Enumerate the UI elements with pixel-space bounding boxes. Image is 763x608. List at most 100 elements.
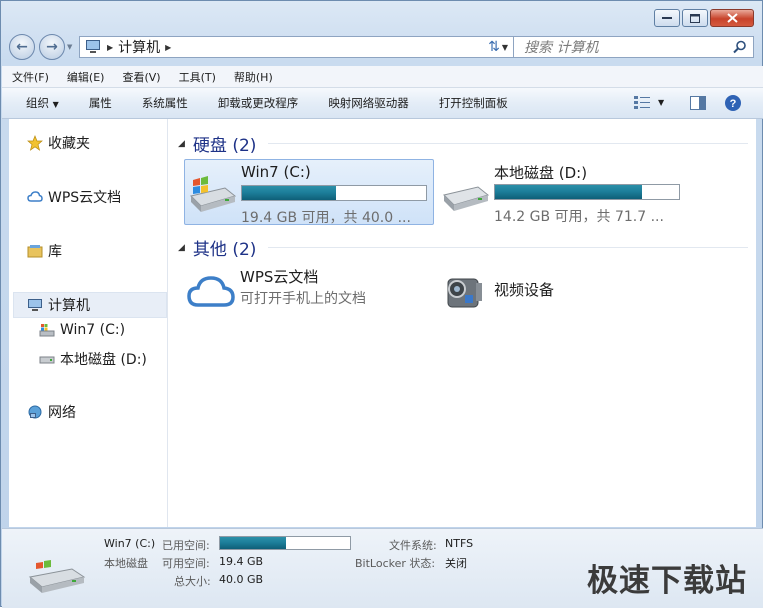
- content-pane: ◢ 硬盘 (2) Win7 (C:) 19.4 GB 可用，共 40.0 ...: [168, 119, 756, 527]
- detail-bitlocker-value: 关闭: [445, 557, 467, 570]
- command-toolbar: 组织 ▼ 属性 系统属性 卸载或更改程序 映射网络驱动器 打开控制面板 ▼ ?: [2, 88, 763, 119]
- drive-tile-c[interactable]: Win7 (C:) 19.4 GB 可用，共 40.0 ...: [184, 159, 434, 226]
- help-icon[interactable]: ?: [724, 94, 742, 112]
- drive-tile-d[interactable]: 本地磁盘 (D:) 14.2 GB 可用，共 71.7 ...: [438, 159, 708, 225]
- map-drive-button[interactable]: 映射网络驱动器: [313, 95, 424, 111]
- system-properties-button[interactable]: 系统属性: [127, 95, 203, 111]
- menu-edit[interactable]: 编辑(E): [57, 69, 113, 85]
- detail-fs-value: NTFS: [445, 537, 474, 550]
- nav-wps-label: WPS云文档: [48, 190, 122, 206]
- address-path[interactable]: 计算机: [118, 37, 160, 57]
- navigation-pane: 收藏夹 WPS云文档 库 计算机 Win7 (C:) 本地磁盘 (D:) 网络: [9, 119, 168, 527]
- chevron-down-icon: ▼: [52, 100, 59, 109]
- nav-favorites[interactable]: 收藏夹: [27, 133, 90, 153]
- chevron-right-icon: ▶: [107, 42, 114, 52]
- drive-d-name: 本地磁盘 (D:): [494, 164, 588, 182]
- star-icon: [27, 135, 43, 151]
- back-arrow-icon: ←: [16, 39, 28, 55]
- uninstall-button[interactable]: 卸载或更改程序: [203, 95, 314, 111]
- drive-d-space: 14.2 GB 可用，共 71.7 ...: [494, 209, 664, 225]
- group-divider: [268, 143, 749, 144]
- window-controls: [654, 9, 754, 27]
- drive-c-usage-fill: [242, 186, 336, 200]
- nav-drive-d-label: 本地磁盘 (D:): [60, 352, 147, 368]
- close-button[interactable]: [710, 9, 754, 27]
- collapse-icon[interactable]: ◢: [178, 243, 185, 253]
- explorer-window: ← → ▼ ▶ 计算机 ▶ ▼ ⇅ 搜索 计算机 文件(F) 编辑(E) 查看(…: [0, 0, 763, 608]
- minimize-button[interactable]: [654, 9, 680, 27]
- network-icon: [28, 405, 42, 419]
- drive-d-usage-fill: [495, 185, 643, 199]
- library-icon: [27, 245, 43, 258]
- search-icon[interactable]: [733, 40, 747, 54]
- group-other[interactable]: ◢ 其他 (2): [178, 235, 749, 260]
- recent-pages-icon[interactable]: ▼: [67, 43, 72, 51]
- drive-c-name: Win7 (C:): [241, 163, 311, 181]
- menu-file[interactable]: 文件(F): [2, 69, 57, 85]
- wps-cloud-sub: 可打开手机上的文档: [240, 291, 366, 307]
- drive-icon: [443, 186, 490, 211]
- address-bar[interactable]: ▶ 计算机 ▶ ▼: [79, 36, 515, 58]
- forward-arrow-icon: →: [46, 39, 58, 55]
- computer-icon: [28, 299, 42, 311]
- cloud-icon: [187, 276, 235, 307]
- collapse-icon[interactable]: ◢: [178, 139, 185, 149]
- detail-fs-label: 文件系统:: [389, 539, 437, 552]
- details-pane: Win7 (C:) 本地磁盘 已用空间: 可用空间: 19.4 GB 总大小: …: [2, 528, 763, 608]
- computer-icon: [86, 40, 100, 53]
- nav-network-label: 网络: [48, 405, 76, 421]
- forward-button[interactable]: →: [39, 34, 65, 60]
- nav-drive-c-label: Win7 (C:): [60, 322, 126, 338]
- menu-view[interactable]: 查看(V): [112, 69, 168, 85]
- cloud-icon: [27, 191, 43, 202]
- menu-tools[interactable]: 工具(T): [169, 69, 224, 85]
- control-panel-button[interactable]: 打开控制面板: [424, 95, 523, 111]
- detail-usage-bar: [219, 536, 351, 550]
- menu-bar: 文件(F) 编辑(E) 查看(V) 工具(T) 帮助(H): [2, 66, 763, 88]
- detail-free-label: 可用空间:: [162, 557, 210, 570]
- nav-drive-c[interactable]: Win7 (C:): [39, 322, 125, 338]
- detail-type: 本地磁盘: [104, 557, 148, 570]
- system-drive-icon: [190, 176, 237, 212]
- nav-library[interactable]: 库: [27, 241, 62, 261]
- group-hard-disks[interactable]: ◢ 硬盘 (2): [178, 131, 749, 156]
- detail-used-label: 已用空间:: [162, 539, 210, 552]
- detail-usage-fill: [220, 537, 287, 549]
- wps-cloud-tile[interactable]: WPS云文档 可打开手机上的文档: [184, 263, 434, 329]
- group-divider: [268, 247, 749, 248]
- refresh-icon[interactable]: ⇅: [483, 36, 505, 58]
- system-drive-icon: [39, 324, 55, 337]
- properties-button[interactable]: 属性: [74, 95, 127, 111]
- nav-computer[interactable]: 计算机: [27, 295, 90, 315]
- organize-label: 组织: [26, 96, 49, 110]
- organize-button[interactable]: 组织 ▼: [2, 95, 74, 111]
- detail-name: Win7 (C:): [104, 537, 156, 550]
- detail-total-label: 总大小:: [174, 575, 211, 588]
- drive-d-usage-bar: [494, 184, 680, 200]
- wps-cloud-name: WPS云文档: [240, 268, 319, 286]
- search-box[interactable]: 搜索 计算机: [513, 36, 754, 58]
- svg-text:?: ?: [730, 98, 737, 110]
- menu-help[interactable]: 帮助(H): [224, 69, 281, 85]
- detail-total-value: 40.0 GB: [219, 573, 264, 586]
- nav-wps[interactable]: WPS云文档: [27, 187, 121, 207]
- back-button[interactable]: ←: [9, 34, 35, 60]
- drive-c-space: 19.4 GB 可用，共 40.0 ...: [241, 210, 411, 226]
- video-camera-icon: [447, 278, 482, 308]
- watermark: 极速下载站: [587, 563, 747, 599]
- nav-computer-label: 计算机: [48, 298, 90, 314]
- preview-pane-icon[interactable]: [690, 96, 706, 110]
- chevron-right-icon[interactable]: ▶: [165, 43, 171, 52]
- nav-network[interactable]: 网络: [27, 402, 76, 422]
- chevron-down-icon: ▼: [658, 97, 665, 107]
- drive-c-usage-bar: [241, 185, 427, 201]
- nav-drive-d[interactable]: 本地磁盘 (D:): [39, 349, 147, 369]
- video-device-name: 视频设备: [494, 281, 555, 299]
- view-options[interactable]: ▼: [634, 95, 664, 109]
- video-device-tile[interactable]: 视频设备: [438, 263, 638, 329]
- search-input[interactable]: 搜索 计算机: [524, 37, 733, 57]
- group-other-title: 其他 (2): [192, 240, 257, 260]
- maximize-button[interactable]: [682, 9, 708, 27]
- detail-bitlocker-label: BitLocker 状态:: [355, 557, 436, 570]
- nav-library-label: 库: [48, 244, 62, 260]
